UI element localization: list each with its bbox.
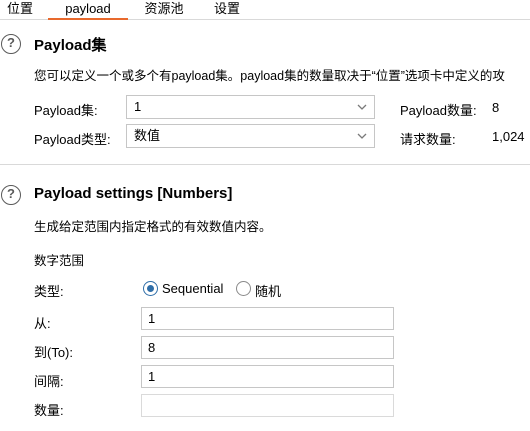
random-label[interactable]: 随机 [255,281,281,300]
number-type-label: 类型: [34,284,64,299]
payload-sets-title: Payload集 [34,37,107,54]
tab-bar: 位置 payload 资源池 设置 [0,0,530,20]
payload-settings-description: 生成给定范围内指定格式的有效数值内容。 [34,220,272,234]
number-range-heading: 数字范围 [34,254,85,268]
payload-type-label: Payload类型: [34,132,111,147]
tab-positions[interactable]: 位置 [0,0,40,20]
tab-resource-pool[interactable]: 资源池 [136,0,192,20]
help-icon[interactable]: ? [1,34,21,54]
chevron-down-icon [357,104,367,110]
step-input[interactable]: 1 [141,365,394,388]
step-label: 间隔: [34,374,64,389]
payload-set-label: Payload集: [34,103,98,118]
tab-settings[interactable]: 设置 [204,0,250,20]
help-icon[interactable]: ? [1,185,21,205]
section-divider [0,164,530,165]
to-label: 到(To): [34,345,74,360]
payload-type-value: 数值 [134,128,161,143]
payload-set-value: 1 [134,99,142,114]
payload-settings-title: Payload settings [Numbers] [34,185,233,202]
tab-payloads[interactable]: payload [48,0,128,20]
payload-count-value: 8 [492,100,500,115]
payload-sets-description: 您可以定义一个或多个有payload集。payload集的数量取决于“位置”选项… [34,69,505,83]
payload-count-label: Payload数量: [400,103,477,118]
chevron-down-icon [357,133,367,139]
random-radio[interactable] [236,281,251,296]
how-many-input[interactable] [141,394,394,417]
request-count-value: 1,024 [492,129,525,144]
payload-type-select[interactable]: 数值 [126,124,375,148]
payload-set-select[interactable]: 1 [126,95,375,119]
to-input[interactable]: 8 [141,336,394,359]
sequential-radio[interactable] [143,281,158,296]
sequential-label[interactable]: Sequential [162,281,223,296]
from-label: 从: [34,316,51,331]
request-count-label: 请求数量: [400,132,456,147]
from-input[interactable]: 1 [141,307,394,330]
how-many-label: 数量: [34,403,64,418]
